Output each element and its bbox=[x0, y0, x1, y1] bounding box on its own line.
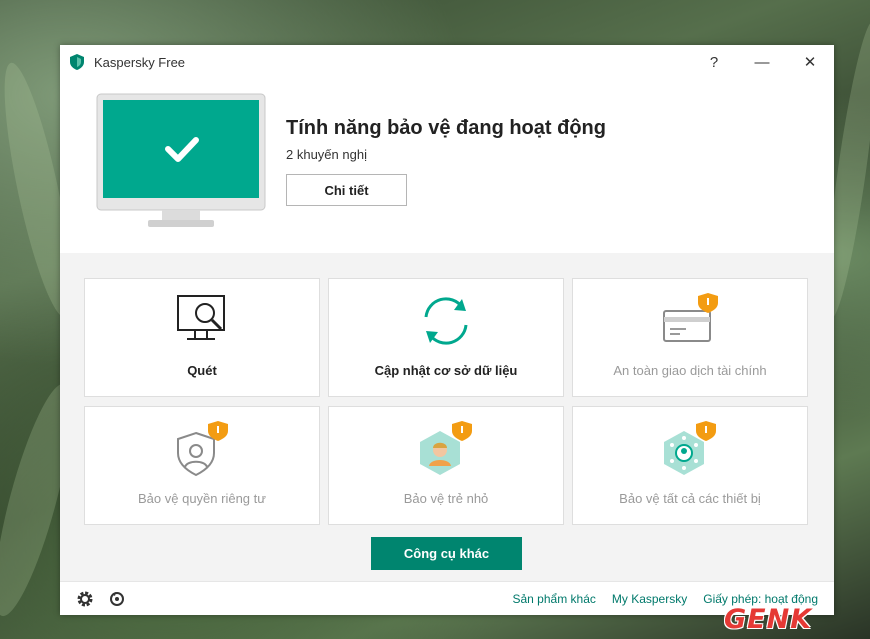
update-sync-icon bbox=[424, 297, 468, 345]
premium-badge-icon bbox=[696, 421, 716, 441]
settings-gear-icon[interactable] bbox=[76, 590, 94, 608]
tile-update-database[interactable]: Cập nhật cơ sở dữ liệu bbox=[328, 278, 564, 397]
tile-label: Cập nhật cơ sở dữ liệu bbox=[374, 363, 518, 378]
support-icon[interactable] bbox=[108, 590, 126, 608]
tile-label: Quét bbox=[187, 363, 217, 378]
genk-watermark: GENK bbox=[724, 604, 813, 635]
close-button[interactable]: ✕ bbox=[786, 45, 834, 79]
safe-money-card-icon bbox=[663, 293, 718, 342]
tile-label: Bảo vệ tất cả các thiết bị bbox=[619, 491, 761, 506]
tile-scan[interactable]: Quét bbox=[84, 278, 320, 397]
title-bar: Kaspersky Free ? — ✕ bbox=[60, 45, 834, 79]
tile-protect-all-devices[interactable]: Bảo vệ tất cả các thiết bị bbox=[572, 406, 808, 525]
my-kaspersky-link[interactable]: My Kaspersky bbox=[612, 592, 687, 606]
protection-status-title: Tính năng bảo vệ đang hoạt động bbox=[286, 117, 606, 139]
scan-monitor-icon bbox=[177, 295, 225, 340]
tile-child-protection[interactable]: Bảo vệ trẻ nhỏ bbox=[328, 406, 564, 525]
footer-bar: Sản phẩm khác My Kaspersky Giấy phép: ho… bbox=[60, 581, 834, 615]
protected-monitor-icon bbox=[96, 93, 266, 227]
all-devices-icon bbox=[664, 421, 716, 475]
kaspersky-shield-icon bbox=[70, 54, 84, 70]
protection-status-panel: Tính năng bảo vệ đang hoạt động 2 khuyến… bbox=[60, 79, 834, 253]
tile-safe-money[interactable]: An toàn giao dịch tài chính bbox=[572, 278, 808, 397]
window-controls: ? — ✕ bbox=[690, 45, 834, 79]
more-tools-button[interactable]: Công cụ khác bbox=[371, 537, 522, 570]
minimize-button[interactable]: — bbox=[738, 45, 786, 79]
tile-label: An toàn giao dịch tài chính bbox=[613, 363, 767, 378]
recommendations-count[interactable]: 2 khuyến nghị bbox=[286, 147, 367, 162]
tile-privacy-protection[interactable]: Bảo vệ quyền riêng tư bbox=[84, 406, 320, 525]
details-button[interactable]: Chi tiết bbox=[286, 174, 407, 206]
features-panel: Quét Cập nhật cơ sở dữ liệu An toàn giao… bbox=[60, 253, 834, 581]
child-protection-icon bbox=[420, 421, 472, 475]
app-title: Kaspersky Free bbox=[94, 54, 186, 70]
other-products-link[interactable]: Sản phẩm khác bbox=[512, 592, 595, 606]
tile-label: Bảo vệ trẻ nhỏ bbox=[403, 491, 489, 506]
kaspersky-window: Kaspersky Free ? — ✕ Tính năng bảo vệ đa… bbox=[60, 45, 834, 615]
tile-label: Bảo vệ quyền riêng tư bbox=[138, 491, 266, 506]
premium-badge-icon bbox=[452, 421, 472, 441]
help-button[interactable]: ? bbox=[690, 45, 738, 79]
privacy-shield-icon bbox=[177, 421, 228, 477]
